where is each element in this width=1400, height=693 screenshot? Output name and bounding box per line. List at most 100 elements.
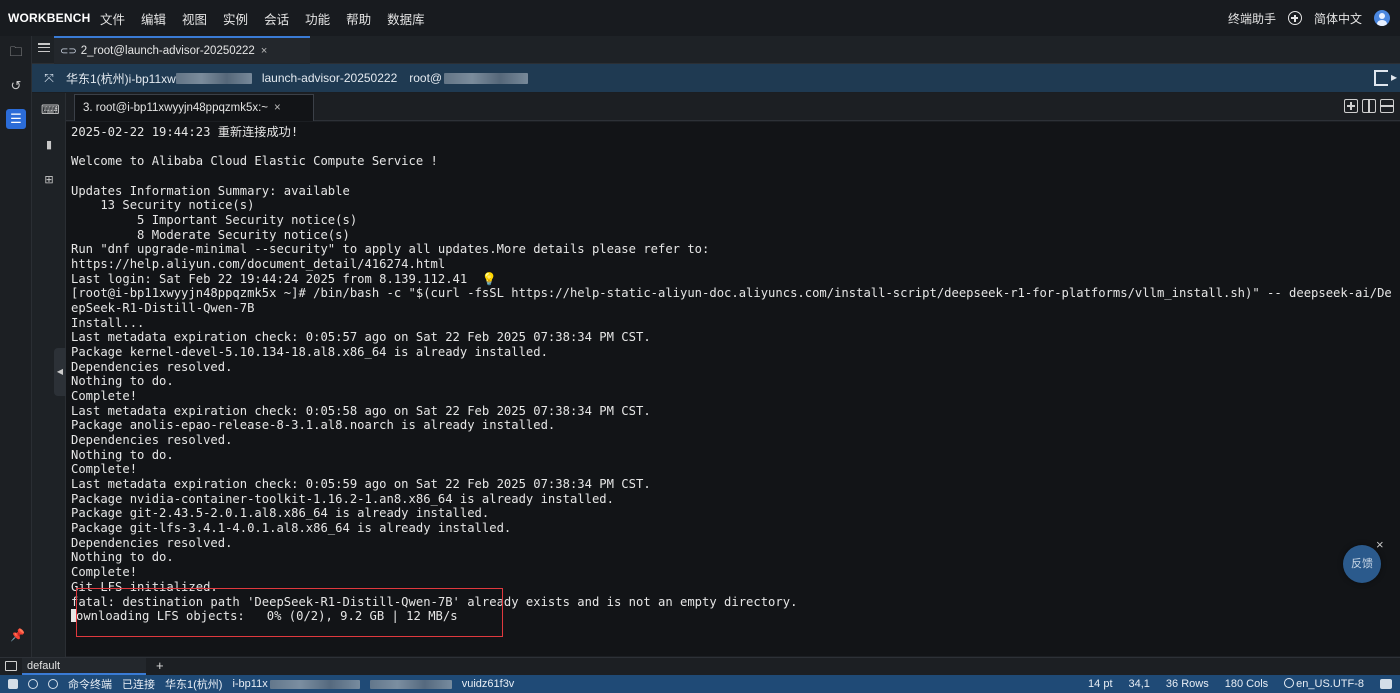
add-session-button[interactable]: + [156, 658, 164, 673]
terminal-line-text: Package nvidia-container-toolkit-1.16.2-… [71, 491, 614, 506]
terminal-line-text: Package kernel-devel-5.10.134-18.al8.x86… [71, 345, 548, 360]
terminal-line: Welcome to Alibaba Cloud Elastic Compute… [71, 154, 1400, 169]
terminal-line-text: epSeek-R1-Distill-Qwen-7B [71, 301, 255, 316]
terminal-line: Complete! [71, 389, 1400, 404]
menu-file[interactable]: 文件 [100, 9, 125, 28]
terminal-line: Last metadata expiration check: 0:05:59 … [71, 477, 1400, 492]
font-size-indicator[interactable]: 14 pt [1088, 678, 1112, 690]
session-tab-label: 2_root@launch-advisor-20250222 [80, 45, 255, 57]
menu-database[interactable]: 数据库 [387, 9, 425, 28]
terminal-line-text: 5 Important Security notice(s) [71, 213, 358, 228]
terminal-line: Dependencies resolved. [71, 536, 1400, 551]
exit-icon[interactable] [1374, 70, 1397, 86]
terminal-tab-close-icon[interactable]: × [274, 102, 281, 114]
bottom-session-panel: default + [0, 657, 1400, 675]
terminal-line-text: Last metadata expiration check: 0:05:57 … [71, 330, 651, 345]
split-icons [1344, 99, 1394, 113]
feedback-close-icon[interactable]: × [1376, 537, 1384, 552]
collapse-panel-handle[interactable]: ◀ [54, 348, 66, 396]
link-icon[interactable] [48, 679, 58, 689]
terminal-line: 2025-02-22 19:44:23 重新连接成功! [71, 125, 1400, 140]
highlight-box [76, 588, 503, 637]
connection-status: 已连接 [122, 679, 155, 691]
terminal-line-text: Dependencies resolved. [71, 433, 233, 448]
status-bar: 命令终端 已连接 华东1(杭州) i-bp11x vuidz61f3v 14 p… [0, 675, 1400, 693]
pin-icon[interactable]: 📌 [10, 628, 25, 642]
session-tab-close-icon[interactable]: × [261, 45, 267, 57]
terminal-line: Updates Information Summary: available [71, 184, 1400, 199]
terminal-line-text: 2025-02-22 19:44:23 重新连接成功! [71, 125, 299, 139]
terminal-line-text: Install... [71, 315, 145, 330]
menu-session[interactable]: 会话 [264, 9, 289, 28]
terminal-line: Complete! [71, 462, 1400, 477]
split-horizontal-icon[interactable] [1380, 99, 1394, 113]
terminal-line: 8 Moderate Security notice(s) [71, 228, 1400, 243]
terminal-line: Nothing to do. [71, 374, 1400, 389]
terminal-line-text: Package git-2.43.5-2.0.1.al8.x86_64 is a… [71, 506, 490, 521]
terminal-line: Last metadata expiration check: 0:05:58 … [71, 404, 1400, 419]
apps-icon[interactable]: ⊞ [41, 172, 57, 188]
instances-icon[interactable]: ☰ [6, 109, 26, 129]
add-circle-icon[interactable] [1287, 11, 1302, 25]
file-icon[interactable]: ▮ [41, 137, 57, 153]
terminal-line-text: https://help.aliyun.com/document_detail/… [71, 257, 446, 272]
window-icon[interactable] [8, 679, 18, 689]
expand-icon[interactable]: ⤧ [32, 71, 66, 86]
terminal-line: Dependencies resolved. [71, 433, 1400, 448]
new-pane-icon[interactable] [1344, 99, 1358, 113]
terminal-line-text: Updates Information Summary: available [71, 183, 350, 198]
menu-view[interactable]: 视图 [182, 9, 207, 28]
terminal-icon[interactable]: ⌨ [41, 102, 60, 118]
terminal-line: Package git-2.43.5-2.0.1.al8.x86_64 is a… [71, 506, 1400, 521]
default-session-tab[interactable]: default [22, 658, 146, 675]
lightbulb-icon[interactable]: 💡 [467, 272, 497, 286]
terminal-line-text: Complete! [71, 462, 138, 477]
status-instance-id: i-bp11x [232, 678, 268, 690]
terminal-line-text: [root@i-bp11xwyyjn48ppqzmk5x ~]# /bin/ba… [71, 286, 1392, 301]
menu-edit[interactable]: 编辑 [141, 9, 166, 28]
redacted-status-instance [269, 679, 360, 689]
instance-info-bar: ⤧ 华东1(杭州)i-bp11xw launch-advisor-2025022… [32, 64, 1400, 92]
terminal-line: Last login: Sat Feb 22 19:44:24 2025 fro… [71, 272, 1400, 287]
terminal-line: 5 Important Security notice(s) [71, 213, 1400, 228]
cols-indicator: 180 Cols [1224, 678, 1269, 690]
menu-features[interactable]: 功能 [305, 9, 330, 28]
list-icon[interactable] [38, 43, 50, 55]
terminal-line-text: Package anolis-epao-release-8-3.1.al8.no… [71, 418, 556, 433]
rows-indicator: 36 Rows [1165, 678, 1209, 690]
terminal-line: Package git-lfs-3.4.1-4.0.1.al8.x86_64 i… [71, 521, 1400, 536]
terminal-line: Nothing to do. [71, 550, 1400, 565]
terminal-line-text: Complete! [71, 389, 138, 404]
user-avatar[interactable] [1374, 10, 1390, 26]
menu-instance[interactable]: 实例 [223, 9, 248, 28]
terminal-line-text: Last login: Sat Feb 22 19:44:24 2025 fro… [71, 271, 468, 286]
encoding-indicator[interactable]: en_US.UTF-8 [1296, 678, 1364, 690]
terminal-line: Last metadata expiration check: 0:05:57 … [71, 330, 1400, 345]
terminal-line-text: 13 Security notice(s) [71, 198, 255, 213]
terminal-line: epSeek-R1-Distill-Qwen-7B [71, 301, 1400, 316]
split-vertical-icon[interactable] [1362, 99, 1376, 113]
terminal-line-text: Nothing to do. [71, 550, 174, 565]
terminal-tab[interactable]: 3. root@i-bp11xwyyjn48ppqzmk5x:~ × [74, 94, 314, 121]
terminal-line-text: 8 Moderate Security notice(s) [71, 227, 350, 242]
menu-help[interactable]: 帮助 [346, 9, 371, 28]
terminal-line: Complete! [71, 565, 1400, 580]
terminal-line: Package nvidia-container-toolkit-1.16.2-… [71, 492, 1400, 507]
terminal-line: 13 Security notice(s) [71, 198, 1400, 213]
terminal-assistant-button[interactable]: 终端助手 [1228, 10, 1276, 27]
terminal-line-text: Nothing to do. [71, 374, 174, 389]
terminal-line: Install... [71, 316, 1400, 331]
session-tab[interactable]: ⊂⊃ 2_root@launch-advisor-20250222 × [54, 36, 310, 64]
history-icon[interactable]: ↺ [8, 78, 24, 94]
terminal-output[interactable]: 2025-02-22 19:44:23 重新连接成功! Welcome to Al… [66, 122, 1400, 656]
keyboard-icon[interactable] [1380, 679, 1392, 689]
folder-icon[interactable]: 🗀 [8, 44, 24, 60]
terminal-mode[interactable]: 命令终端 [68, 676, 112, 692]
terminal-small-icon [5, 661, 17, 671]
language-selector[interactable]: 简体中文 [1314, 10, 1362, 27]
terminal-line-text: Dependencies resolved. [71, 535, 233, 550]
terminal-line-text: Run "dnf upgrade-minimal --security" to … [71, 242, 710, 257]
sync-icon[interactable] [28, 679, 38, 689]
session-link-icon: ⊂⊃ [60, 45, 77, 57]
